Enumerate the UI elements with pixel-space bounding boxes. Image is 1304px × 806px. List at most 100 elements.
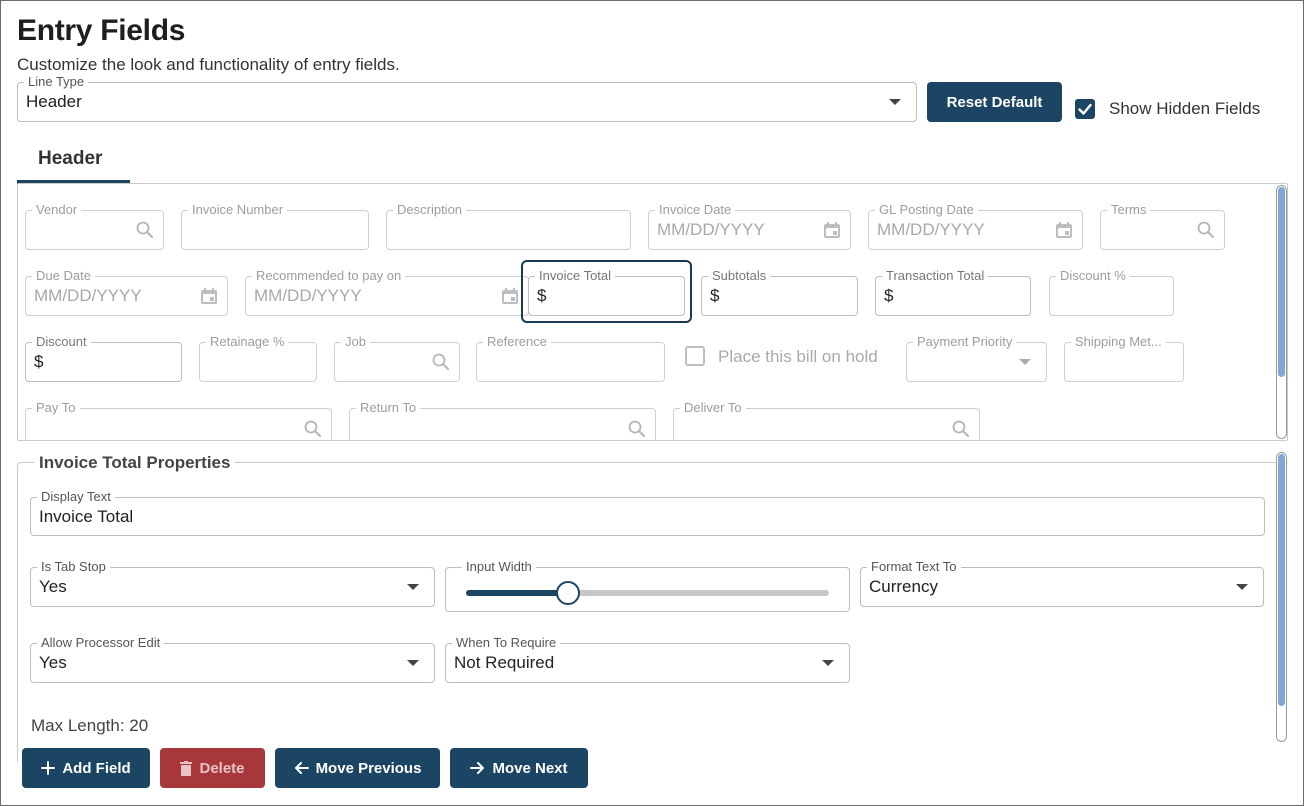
recommended-pay-label: Recommended to pay on: [252, 268, 406, 284]
hold-label: Place this bill on hold: [718, 347, 878, 366]
invoice-total-field[interactable]: Invoice Total $: [528, 268, 685, 316]
terms-field[interactable]: Terms: [1100, 202, 1225, 250]
discount-value: $: [34, 352, 44, 371]
description-field[interactable]: Description: [386, 202, 631, 250]
job-field[interactable]: Job: [334, 334, 460, 382]
line-type-label: Line Type: [24, 74, 89, 90]
properties-title: Invoice Total Properties: [34, 453, 236, 473]
shipping-method-field[interactable]: Shipping Met...: [1064, 334, 1184, 382]
input-width-label: Input Width: [462, 559, 536, 575]
calendar-icon: [824, 222, 840, 238]
reference-label: Reference: [483, 334, 551, 350]
search-icon: [628, 420, 645, 437]
invoice-total-value: $: [537, 286, 547, 305]
subtotals-field[interactable]: Subtotals $: [701, 268, 858, 316]
display-text-field[interactable]: Display Text Invoice Total: [30, 489, 1265, 536]
discount-field[interactable]: Discount $: [25, 334, 182, 382]
header-panel-scrollbar[interactable]: [1276, 185, 1287, 439]
deliver-to-label: Deliver To: [680, 400, 746, 416]
transaction-total-label: Transaction Total: [882, 268, 989, 284]
recommended-pay-field[interactable]: Recommended to pay on MM/DD/YYYY: [245, 268, 529, 316]
shipping-method-label: Shipping Met...: [1071, 334, 1166, 350]
terms-label: Terms: [1107, 202, 1151, 218]
max-length-text: Max Length: 20: [31, 716, 149, 735]
reset-default-button[interactable]: Reset Default: [927, 82, 1062, 122]
search-icon: [136, 221, 153, 238]
chevron-down-icon: [1236, 584, 1248, 590]
retainage-pct-field[interactable]: Retainage %: [199, 334, 317, 382]
format-text-select[interactable]: Format Text To Currency: [860, 559, 1264, 607]
arrow-right-icon: [470, 762, 485, 774]
pay-to-label: Pay To: [32, 400, 80, 416]
move-next-label: Move Next: [492, 759, 568, 777]
display-text-value: Invoice Total: [39, 506, 134, 526]
reference-field[interactable]: Reference: [476, 334, 665, 382]
allow-processor-edit-value: Yes: [39, 653, 67, 672]
recommended-pay-placeholder: MM/DD/YYYY: [254, 286, 362, 305]
subtotals-label: Subtotals: [708, 268, 771, 284]
gl-posting-date-field[interactable]: GL Posting Date MM/DD/YYYY: [868, 202, 1083, 250]
slider-handle[interactable]: [555, 581, 580, 605]
transaction-total-field[interactable]: Transaction Total $: [875, 268, 1031, 316]
is-tab-stop-label: Is Tab Stop: [37, 559, 110, 575]
scrollbar-thumb[interactable]: [1278, 187, 1285, 377]
invoice-date-field[interactable]: Invoice Date MM/DD/YYYY: [648, 202, 851, 250]
search-icon: [432, 353, 449, 370]
return-to-label: Return To: [356, 400, 421, 416]
allow-processor-edit-select[interactable]: Allow Processor Edit Yes: [30, 635, 435, 683]
chevron-down-icon: [822, 660, 834, 666]
due-date-field[interactable]: Due Date MM/DD/YYYY: [25, 268, 228, 316]
scrollbar-thumb[interactable]: [1278, 454, 1285, 706]
line-type-select[interactable]: Line Type Header: [17, 74, 917, 122]
show-hidden-checkbox[interactable]: [1075, 99, 1095, 119]
add-field-button[interactable]: Add Field: [22, 748, 150, 788]
slider-track[interactable]: [466, 581, 829, 605]
line-type-value: Header: [26, 92, 82, 111]
delete-label: Delete: [199, 759, 245, 777]
move-previous-button[interactable]: Move Previous: [275, 748, 440, 788]
delete-button[interactable]: Delete: [160, 748, 265, 788]
invoice-number-field[interactable]: Invoice Number: [181, 202, 369, 250]
allow-processor-edit-label: Allow Processor Edit: [37, 635, 165, 651]
properties-panel-scrollbar[interactable]: [1276, 452, 1287, 742]
calendar-icon: [201, 288, 217, 304]
chevron-down-icon: [407, 660, 419, 666]
calendar-icon: [1056, 222, 1072, 238]
transaction-total-value: $: [884, 286, 894, 305]
hold-checkbox[interactable]: [685, 346, 705, 366]
arrow-left-icon: [294, 762, 309, 774]
show-hidden-label: Show Hidden Fields: [1109, 99, 1261, 118]
job-label: Job: [341, 334, 370, 350]
discount-pct-field[interactable]: Discount %: [1049, 268, 1174, 316]
chevron-down-icon: [407, 584, 419, 590]
is-tab-stop-select[interactable]: Is Tab Stop Yes: [30, 559, 435, 607]
payment-priority-label: Payment Priority: [913, 334, 1017, 350]
payment-priority-select[interactable]: Payment Priority: [906, 334, 1047, 382]
invoice-date-placeholder: MM/DD/YYYY: [657, 220, 765, 239]
due-date-label: Due Date: [32, 268, 95, 284]
due-date-placeholder: MM/DD/YYYY: [34, 286, 142, 305]
input-width-slider[interactable]: Input Width: [445, 559, 850, 612]
tab-header[interactable]: Header: [38, 148, 102, 170]
when-to-require-value: Not Required: [454, 653, 555, 672]
chevron-down-icon: [889, 99, 901, 105]
invoice-date-label: Invoice Date: [655, 202, 736, 218]
search-icon: [952, 420, 969, 437]
format-text-label: Format Text To: [867, 559, 961, 575]
search-icon: [304, 420, 321, 437]
gl-posting-date-label: GL Posting Date: [875, 202, 978, 218]
page-title: Entry Fields: [17, 14, 186, 47]
calendar-icon: [502, 288, 518, 304]
pay-to-field[interactable]: Pay To: [25, 400, 332, 440]
return-to-field[interactable]: Return To: [349, 400, 656, 440]
invoice-number-label: Invoice Number: [188, 202, 288, 218]
retainage-pct-label: Retainage %: [206, 334, 289, 350]
header-fields-panel: Vendor Invoice Number Description Invoic…: [17, 183, 1288, 441]
move-next-button[interactable]: Move Next: [450, 748, 588, 788]
deliver-to-field[interactable]: Deliver To: [673, 400, 980, 440]
vendor-field[interactable]: Vendor: [25, 202, 164, 250]
is-tab-stop-value: Yes: [39, 577, 67, 596]
when-to-require-select[interactable]: When To Require Not Required: [445, 635, 850, 683]
chevron-down-icon: [1019, 359, 1031, 365]
properties-panel: Invoice Total Properties Display Text In…: [17, 453, 1288, 762]
